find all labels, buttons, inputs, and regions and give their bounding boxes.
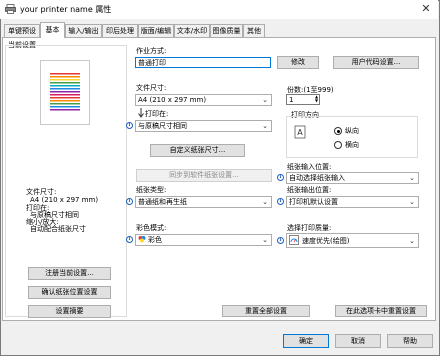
chevron-down-icon: ⌄ xyxy=(262,96,268,104)
color-mode-label: 彩色模式: xyxy=(136,224,167,232)
chevron-down-icon: ⌄ xyxy=(262,198,268,206)
chevron-down-icon: ⌄ xyxy=(409,237,415,245)
portrait-label: 纵向 xyxy=(345,127,359,135)
chevron-down-icon: ⌄ xyxy=(262,236,268,244)
info-icon[interactable]: i xyxy=(277,174,284,181)
portrait-page-icon: A xyxy=(294,125,306,139)
tab-other[interactable]: 其他 xyxy=(243,24,265,37)
chevron-down-icon: ⌄ xyxy=(409,198,415,206)
title-bar: your printer name 属性 ✕ xyxy=(0,0,438,19)
print-quality-select[interactable]: 速度优先(绘图) ⌄ xyxy=(286,233,419,248)
landscape-radio[interactable] xyxy=(334,141,342,149)
input-tray-value: 自动选择纸张输入 xyxy=(289,174,345,182)
info-icon[interactable]: i xyxy=(126,198,133,205)
print-on-value: 与原稿尺寸相同 xyxy=(138,122,187,130)
cancel-button[interactable]: 取消 xyxy=(335,334,381,348)
job-type-label: 作业方式: xyxy=(136,47,167,55)
chevron-down-icon: ⌄ xyxy=(409,174,415,182)
copies-spinner[interactable]: ▲ ▼ xyxy=(314,95,319,104)
speed-gauge-icon xyxy=(289,235,299,245)
confirm-paper-position-button[interactable]: 确认纸张位置设置 xyxy=(28,286,111,299)
page-preview-graphic xyxy=(50,73,80,111)
reset-all-settings-button[interactable]: 重置全部设置 xyxy=(222,305,310,317)
tab-basic[interactable]: 基本 xyxy=(40,22,65,38)
info-icon[interactable]: i xyxy=(126,122,133,129)
document-size-value: A4 (210 x 297 mm) xyxy=(138,96,207,104)
document-size-select[interactable]: A4 (210 x 297 mm) ⌄ xyxy=(135,94,272,106)
document-size-label: 文件尺寸: xyxy=(136,84,167,92)
landscape-label: 横向 xyxy=(345,141,359,149)
tab-input-output[interactable]: 输入/输出 xyxy=(65,24,102,37)
print-quality-value: 速度优先(绘图) xyxy=(302,237,350,245)
register-settings-button[interactable]: 注册当前设置... xyxy=(28,267,111,280)
printer-icon xyxy=(5,4,16,14)
info-icon[interactable]: i xyxy=(126,236,133,243)
paper-type-label: 纸张类型: xyxy=(136,186,167,194)
input-tray-label: 纸张输入位置: xyxy=(287,163,332,171)
info-icon[interactable]: i xyxy=(277,237,284,244)
output-tray-value: 打印机默认设置 xyxy=(289,198,338,206)
ok-button[interactable]: 确定 xyxy=(283,334,329,348)
window-title: your printer name 属性 xyxy=(20,5,112,14)
page-preview xyxy=(40,60,90,125)
reset-tab-settings-button[interactable]: 在此选项卡中重置设置 xyxy=(335,305,427,317)
tab-text-watermark[interactable]: 文本/水印 xyxy=(174,24,210,37)
tab-one-click-presets[interactable]: 单键预设 xyxy=(4,24,40,37)
chevron-down-icon[interactable]: ▼ xyxy=(315,98,318,103)
user-code-settings-button[interactable]: 用户代码设置... xyxy=(333,56,419,69)
input-tray-select[interactable]: 自动选择纸张输入 ⌄ xyxy=(286,172,419,184)
print-quality-label: 选择打印质量: xyxy=(287,224,332,232)
output-tray-select[interactable]: 打印机默认设置 ⌄ xyxy=(286,196,419,208)
settings-summary-button[interactable]: 设置摘要 xyxy=(28,305,111,318)
paper-type-select[interactable]: 普通纸和再生纸 ⌄ xyxy=(135,196,272,208)
sync-paper-settings-button: 同步到软件纸张设置... xyxy=(136,169,272,182)
tab-image-quality[interactable]: 图像质量 xyxy=(210,24,243,37)
custom-paper-size-button[interactable]: 自定义纸张尺寸... xyxy=(150,144,245,157)
color-palette-icon xyxy=(138,236,146,243)
color-mode-value: 彩色 xyxy=(148,236,162,244)
color-mode-select[interactable]: 彩色 ⌄ xyxy=(135,234,272,246)
paper-type-value: 普通纸和再生纸 xyxy=(138,198,187,206)
summary-zoom-value: 自动配合纸张尺寸 xyxy=(30,225,86,233)
tab-strip: 单键预设 基本 输入/输出 印后处理 版面/编辑 文本/水印 图像质量 其他 xyxy=(0,22,438,38)
print-on-select[interactable]: 与原稿尺寸相同 ⌄ xyxy=(135,120,272,132)
output-tray-label: 纸张输出位置: xyxy=(287,186,332,194)
modify-button[interactable]: 修改 xyxy=(277,56,319,69)
info-icon[interactable]: i xyxy=(277,198,284,205)
svg-text:A: A xyxy=(297,128,303,137)
tab-finishing[interactable]: 印后处理 xyxy=(102,24,138,37)
arrow-down-icon xyxy=(138,108,144,118)
help-button[interactable]: 帮助 xyxy=(387,334,433,348)
job-type-field[interactable]: 普通打印 xyxy=(135,57,271,68)
print-on-label: 打印在: xyxy=(145,110,169,118)
chevron-down-icon: ⌄ xyxy=(262,122,268,130)
close-icon[interactable]: ✕ xyxy=(418,2,434,16)
tab-layout-edit[interactable]: 版面/编辑 xyxy=(138,24,174,37)
portrait-radio[interactable] xyxy=(334,127,342,135)
